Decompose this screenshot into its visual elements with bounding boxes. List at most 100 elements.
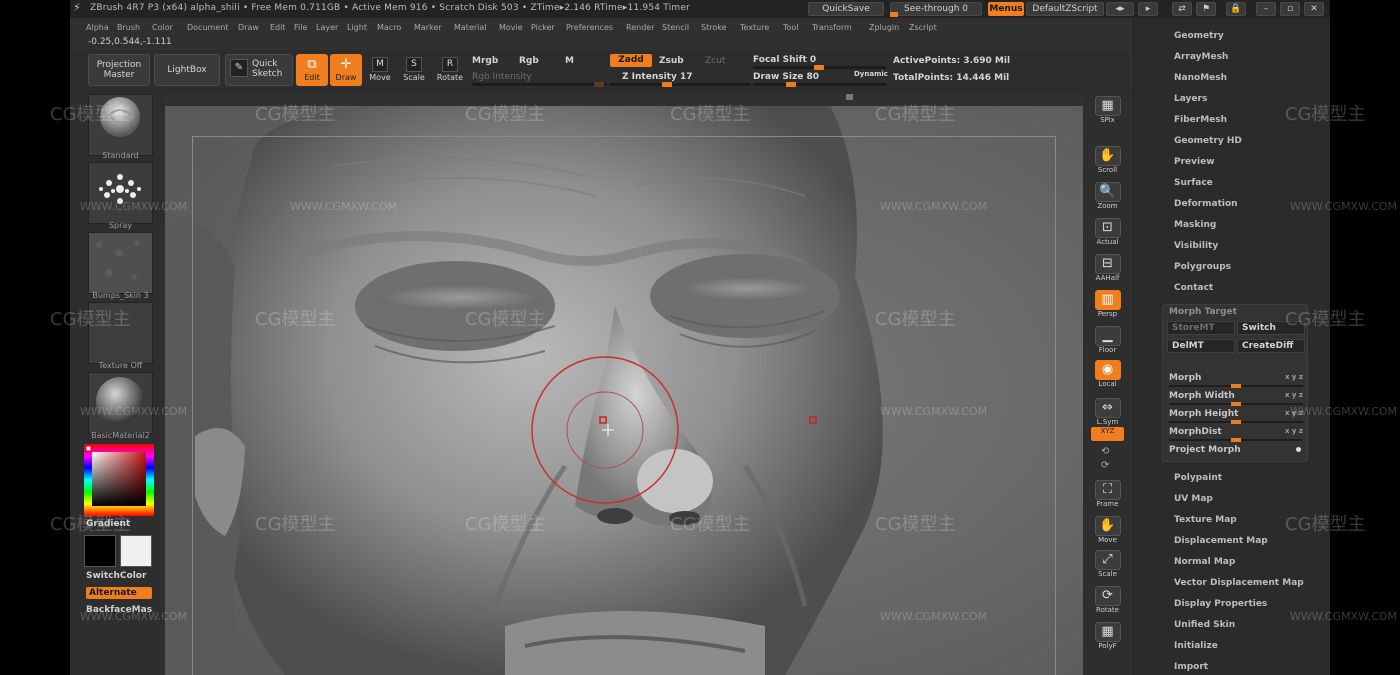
scale-view-button[interactable]: ⤢ Scale (1091, 548, 1124, 582)
palette-vector-displacement-map[interactable]: Vector Displacement Map (1174, 578, 1304, 588)
persp-button[interactable]: ▥ Persp (1091, 288, 1124, 322)
menu-file[interactable]: File (294, 23, 307, 32)
gradient-button[interactable]: Gradient (86, 519, 130, 529)
layout-icon[interactable]: ⇄ (1172, 2, 1192, 16)
menu-edit[interactable]: Edit (270, 23, 286, 32)
menu-texture[interactable]: Texture (740, 23, 769, 32)
canvas-scroll-marker[interactable] (846, 94, 853, 100)
delmt-button[interactable]: DelMT (1167, 339, 1235, 353)
palette-geometry[interactable]: Geometry (1174, 31, 1224, 41)
zoom-button[interactable]: 🔍 Zoom (1091, 180, 1124, 214)
palette-visibility[interactable]: Visibility (1174, 241, 1218, 251)
palette-import[interactable]: Import (1174, 662, 1208, 672)
menu-zscript[interactable]: Zscript (909, 23, 937, 32)
rgb-intensity-track[interactable] (472, 83, 607, 86)
morphdist-xyz-toggle[interactable]: x y z (1285, 427, 1303, 435)
morph-height-knob[interactable] (1231, 420, 1241, 424)
move-view-button[interactable]: ✋ Move (1091, 514, 1124, 548)
alternate-button[interactable]: Alternate (86, 587, 152, 599)
menu-brush[interactable]: Brush (117, 23, 140, 32)
see-through-slider[interactable]: See-through 0 (890, 2, 982, 16)
scroll-button[interactable]: ✋ Scroll (1091, 144, 1124, 178)
menu-color[interactable]: Color (152, 23, 173, 32)
menu-marker[interactable]: Marker (414, 23, 442, 32)
local-button[interactable]: ◉ Local (1091, 358, 1124, 392)
rotate-z-icon[interactable]: ⟳ (1101, 460, 1109, 471)
lock-icon[interactable]: 🔒 (1226, 2, 1246, 16)
polyf-button[interactable]: ▦ PolyF (1091, 620, 1124, 654)
switch-color-button[interactable]: SwitchColor (86, 571, 146, 581)
menu-render[interactable]: Render (626, 23, 654, 32)
morph-slider[interactable]: Morph x y z (1169, 373, 1303, 388)
morphdist-slider[interactable]: MorphDist x y z (1169, 427, 1303, 442)
palette-display-properties[interactable]: Display Properties (1174, 599, 1267, 609)
menu-document[interactable]: Document (187, 23, 228, 32)
secondary-color-swatch[interactable] (120, 535, 152, 567)
draw-size-slider[interactable]: Draw Size 80 (753, 72, 819, 82)
zsub-button[interactable]: Zsub (659, 56, 684, 66)
z-intensity-slider[interactable]: Z Intensity 17 (622, 72, 693, 82)
color-picker[interactable] (84, 444, 154, 516)
move-button[interactable]: M Move (364, 54, 396, 86)
aahalf-button[interactable]: ⊟ AAHalf (1091, 252, 1124, 286)
palette-contact[interactable]: Contact (1174, 283, 1213, 293)
backface-mask-button[interactable]: BackfaceMas (86, 605, 152, 615)
dynamic-button[interactable]: Dynamic (854, 70, 888, 78)
menu-preferences[interactable]: Preferences (566, 23, 613, 32)
palette-polypaint[interactable]: Polypaint (1174, 473, 1222, 483)
morphdist-knob[interactable] (1231, 438, 1241, 442)
storemt-button[interactable]: StoreMT (1167, 321, 1235, 335)
palette-deformation[interactable]: Deformation (1174, 199, 1238, 209)
menu-draw[interactable]: Draw (238, 23, 259, 32)
menu-material[interactable]: Material (454, 23, 487, 32)
projection-master-button[interactable]: Projection Master (88, 54, 150, 86)
morph-xyz-toggle[interactable]: x y z (1285, 373, 1303, 381)
menu-macro[interactable]: Macro (377, 23, 401, 32)
m-button[interactable]: M (565, 56, 574, 66)
stroke-selector[interactable] (88, 162, 153, 224)
draw-size-track[interactable] (753, 83, 886, 86)
palette-geometry-hd[interactable]: Geometry HD (1174, 136, 1242, 146)
morph-width-slider[interactable]: Morph Width x y z (1169, 391, 1303, 406)
palette-initialize[interactable]: Initialize (1174, 641, 1218, 651)
xyz-button[interactable]: XYZ (1091, 427, 1124, 441)
lsym-button[interactable]: ⇔ L.Sym (1091, 396, 1124, 430)
actual-button[interactable]: ⊡ Actual (1091, 216, 1124, 250)
palette-arraymesh[interactable]: ArrayMesh (1174, 52, 1228, 62)
brush-selector[interactable] (88, 94, 153, 156)
rgb-button[interactable]: Rgb (519, 56, 539, 66)
document-canvas[interactable] (165, 106, 1083, 675)
morph-width-xyz-toggle[interactable]: x y z (1285, 391, 1303, 399)
menu-movie[interactable]: Movie (499, 23, 523, 32)
default-zscript-button[interactable]: DefaultZScript (1026, 2, 1104, 16)
spix-button[interactable]: ▦ SPix (1091, 94, 1124, 128)
rotate-view-button[interactable]: ⟳ Rotate (1091, 584, 1124, 618)
creatediff-button[interactable]: CreateDiff (1237, 339, 1305, 353)
quick-sketch-button[interactable]: ✎ Quick Sketch (225, 54, 293, 86)
quicksave-button[interactable]: QuickSave (808, 2, 884, 16)
palette-polygroups[interactable]: Polygroups (1174, 262, 1231, 272)
palette-layers[interactable]: Layers (1174, 94, 1207, 104)
switch-button[interactable]: Switch (1237, 321, 1305, 335)
zadd-button[interactable]: Zadd (610, 54, 652, 67)
palette-uv-map[interactable]: UV Map (1174, 494, 1213, 504)
menu-zplugin[interactable]: Zplugin (869, 23, 899, 32)
toggle-icon[interactable]: ▸ (1138, 2, 1158, 16)
rotate-button[interactable]: R Rotate (434, 54, 466, 86)
menu-tool[interactable]: Tool (783, 23, 799, 32)
z-intensity-knob[interactable] (662, 82, 672, 87)
menu-alpha[interactable]: Alpha (86, 23, 109, 32)
menu-picker[interactable]: Picker (531, 23, 555, 32)
morph-target-title[interactable]: Morph Target (1169, 307, 1237, 317)
project-morph-button[interactable]: Project Morph (1169, 445, 1303, 455)
z-intensity-track[interactable] (610, 83, 750, 86)
edit-button[interactable]: ⧉ Edit (296, 54, 328, 86)
palette-displacement-map[interactable]: Displacement Map (1174, 536, 1268, 546)
rgb-intensity-slider[interactable]: Rgb Intensity (472, 72, 532, 82)
focal-shift-knob[interactable] (814, 65, 824, 70)
draw-button[interactable]: ✛ Draw (330, 54, 362, 86)
palette-normal-map[interactable]: Normal Map (1174, 557, 1235, 567)
scale-button[interactable]: S Scale (398, 54, 430, 86)
zcut-button[interactable]: Zcut (705, 56, 725, 66)
palette-texture-map[interactable]: Texture Map (1174, 515, 1237, 525)
